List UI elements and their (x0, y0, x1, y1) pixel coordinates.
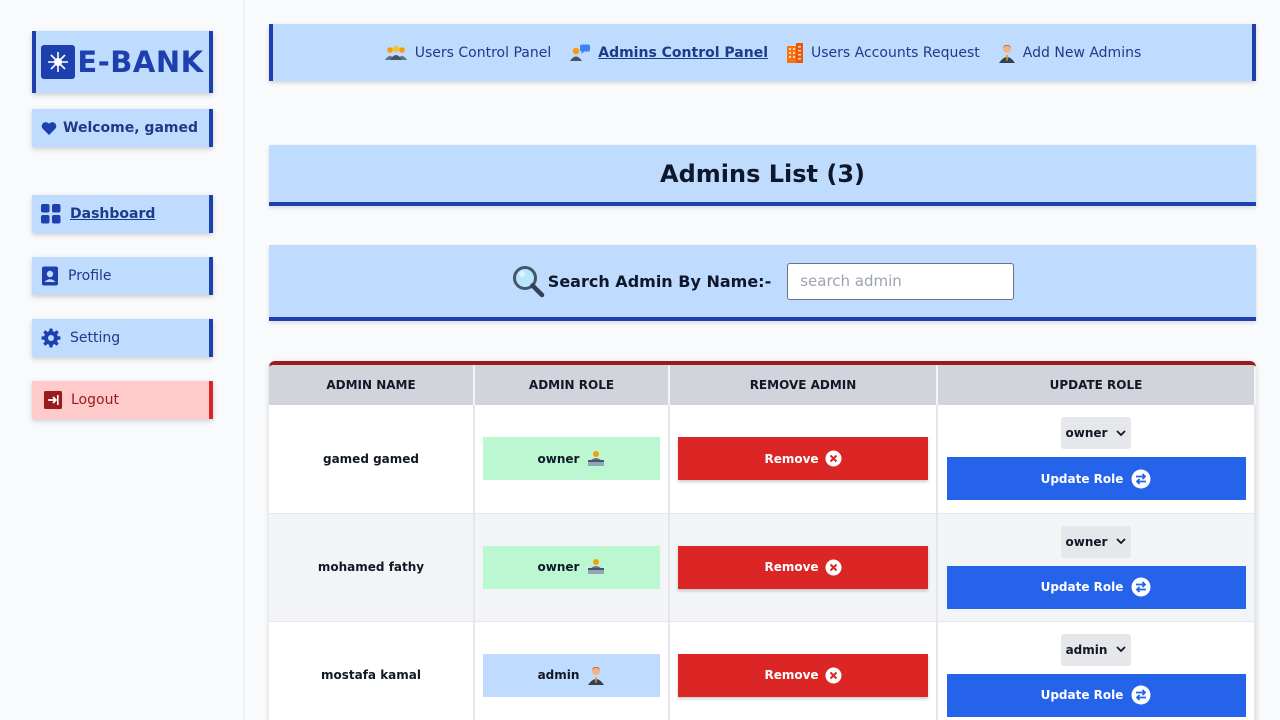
nav-label: Admins Control Panel (598, 44, 768, 61)
remove-label: Remove (764, 668, 819, 682)
building-icon (786, 42, 804, 63)
logout-icon (44, 391, 62, 409)
sidebar: E-BANK Welcome, gamed Dashboard Profile … (0, 0, 245, 720)
person-icon (998, 43, 1016, 63)
remove-button[interactable]: Remove (678, 653, 928, 697)
update-role-cell: admin Update Role (937, 621, 1256, 720)
nav-label: Users Accounts Request (811, 44, 980, 61)
update-role-button[interactable]: Update Role (946, 565, 1246, 609)
remove-admin-cell: Remove (669, 621, 938, 720)
chevron-down-icon (1116, 538, 1127, 545)
column-header-admin-name: ADMIN NAME (269, 365, 475, 405)
magnifier-icon (511, 264, 545, 298)
nav-add-new-admins[interactable]: Add New Admins (998, 43, 1141, 63)
role-badge: owner (483, 545, 660, 589)
close-circle-icon (825, 450, 842, 467)
role-select[interactable]: owner (1061, 417, 1131, 450)
grid-icon (41, 204, 61, 224)
update-label: Update Role (1040, 688, 1124, 702)
update-role-button[interactable]: Update Role (946, 673, 1246, 717)
swap-icon (1131, 685, 1151, 705)
sidebar-item-dashboard[interactable]: Dashboard (32, 195, 213, 233)
role-select[interactable]: owner (1061, 525, 1131, 558)
remove-label: Remove (764, 451, 819, 466)
chevron-down-icon (1116, 646, 1127, 653)
role-badge: admin (483, 653, 660, 697)
admin-person-icon (587, 665, 605, 685)
admin-role-cell: owner (474, 513, 670, 622)
admin-name: gamed gamed (269, 405, 475, 514)
swap-icon (1131, 577, 1151, 597)
sidebar-item-profile[interactable]: Profile (32, 257, 213, 295)
admin-name: mostafa kamal (269, 621, 475, 720)
top-navigation: Users Control Panel Admins Control Panel… (269, 24, 1256, 81)
swap-icon (1131, 469, 1151, 489)
table-row: gamed gamed owner Remove owner Update Ro… (269, 405, 1256, 514)
sidebar-item-label: Setting (70, 330, 121, 346)
admin-chat-icon (569, 44, 591, 62)
update-role-button[interactable]: Update Role (946, 457, 1246, 501)
remove-admin-cell: Remove (669, 513, 938, 622)
admin-name: mohamed fathy (269, 513, 475, 622)
role-label: owner (537, 451, 580, 466)
search-input[interactable] (787, 262, 1015, 300)
remove-label: Remove (764, 560, 819, 574)
update-role-cell: owner Update Role (937, 405, 1256, 514)
logo-text: E-BANK (77, 45, 204, 79)
column-header-admin-role: ADMIN ROLE (474, 365, 670, 405)
owner-icon (587, 558, 605, 576)
sidebar-item-logout[interactable]: Logout (32, 381, 213, 419)
role-select[interactable]: admin (1061, 633, 1131, 666)
remove-button[interactable]: Remove (678, 437, 928, 481)
sidebar-item-label: Dashboard (70, 206, 156, 222)
role-select-value: owner (1065, 426, 1108, 441)
sidebar-item-setting[interactable]: Setting (32, 319, 213, 357)
users-group-icon (384, 45, 408, 61)
heart-icon (41, 121, 57, 136)
nav-users-control-panel[interactable]: Users Control Panel (384, 45, 551, 61)
user-card-icon (41, 266, 59, 286)
gear-icon (41, 328, 61, 348)
page-title-bar: Admins List (3) (269, 145, 1256, 206)
sidebar-item-label: Logout (71, 392, 119, 408)
table-header-row: ADMIN NAME ADMIN ROLE REMOVE ADMIN UPDAT… (269, 365, 1256, 405)
close-circle-icon (825, 667, 842, 684)
nav-users-accounts-request[interactable]: Users Accounts Request (786, 42, 980, 63)
role-select-value: admin (1065, 642, 1108, 657)
welcome-text: Welcome, gamed (63, 120, 199, 136)
search-bar: Search Admin By Name:- (269, 245, 1256, 321)
nav-admins-control-panel[interactable]: Admins Control Panel (569, 44, 768, 62)
admin-role-cell: owner (474, 405, 670, 514)
sidebar-item-label: Profile (68, 268, 112, 284)
remove-button[interactable]: Remove (678, 545, 928, 589)
nav-label: Users Control Panel (414, 44, 552, 61)
owner-icon (587, 450, 605, 468)
bank-logo-icon (41, 45, 76, 79)
admins-table: ADMIN NAME ADMIN ROLE REMOVE ADMIN UPDAT… (269, 361, 1256, 720)
role-badge: owner (483, 437, 660, 481)
role-label: admin (537, 668, 580, 682)
close-circle-icon (825, 559, 842, 576)
welcome-banner: Welcome, gamed (32, 109, 213, 147)
page-title: Admins List (3) (660, 159, 865, 188)
update-role-cell: owner Update Role (937, 513, 1256, 622)
role-label: owner (537, 560, 580, 574)
column-header-remove-admin: REMOVE ADMIN (669, 365, 938, 405)
logo[interactable]: E-BANK (32, 31, 213, 93)
remove-admin-cell: Remove (669, 405, 938, 514)
search-label: Search Admin By Name:- (547, 271, 772, 291)
update-label: Update Role (1040, 471, 1124, 486)
table-row: mohamed fathy owner Remove owner Update … (269, 513, 1256, 622)
column-header-update-role: UPDATE ROLE (937, 365, 1256, 405)
table-row: mostafa kamal admin Remove admin Update … (269, 621, 1256, 720)
role-select-value: owner (1065, 534, 1108, 549)
chevron-down-icon (1116, 430, 1127, 437)
admin-role-cell: admin (474, 621, 670, 720)
nav-label: Add New Admins (1022, 44, 1142, 61)
update-label: Update Role (1040, 580, 1124, 594)
